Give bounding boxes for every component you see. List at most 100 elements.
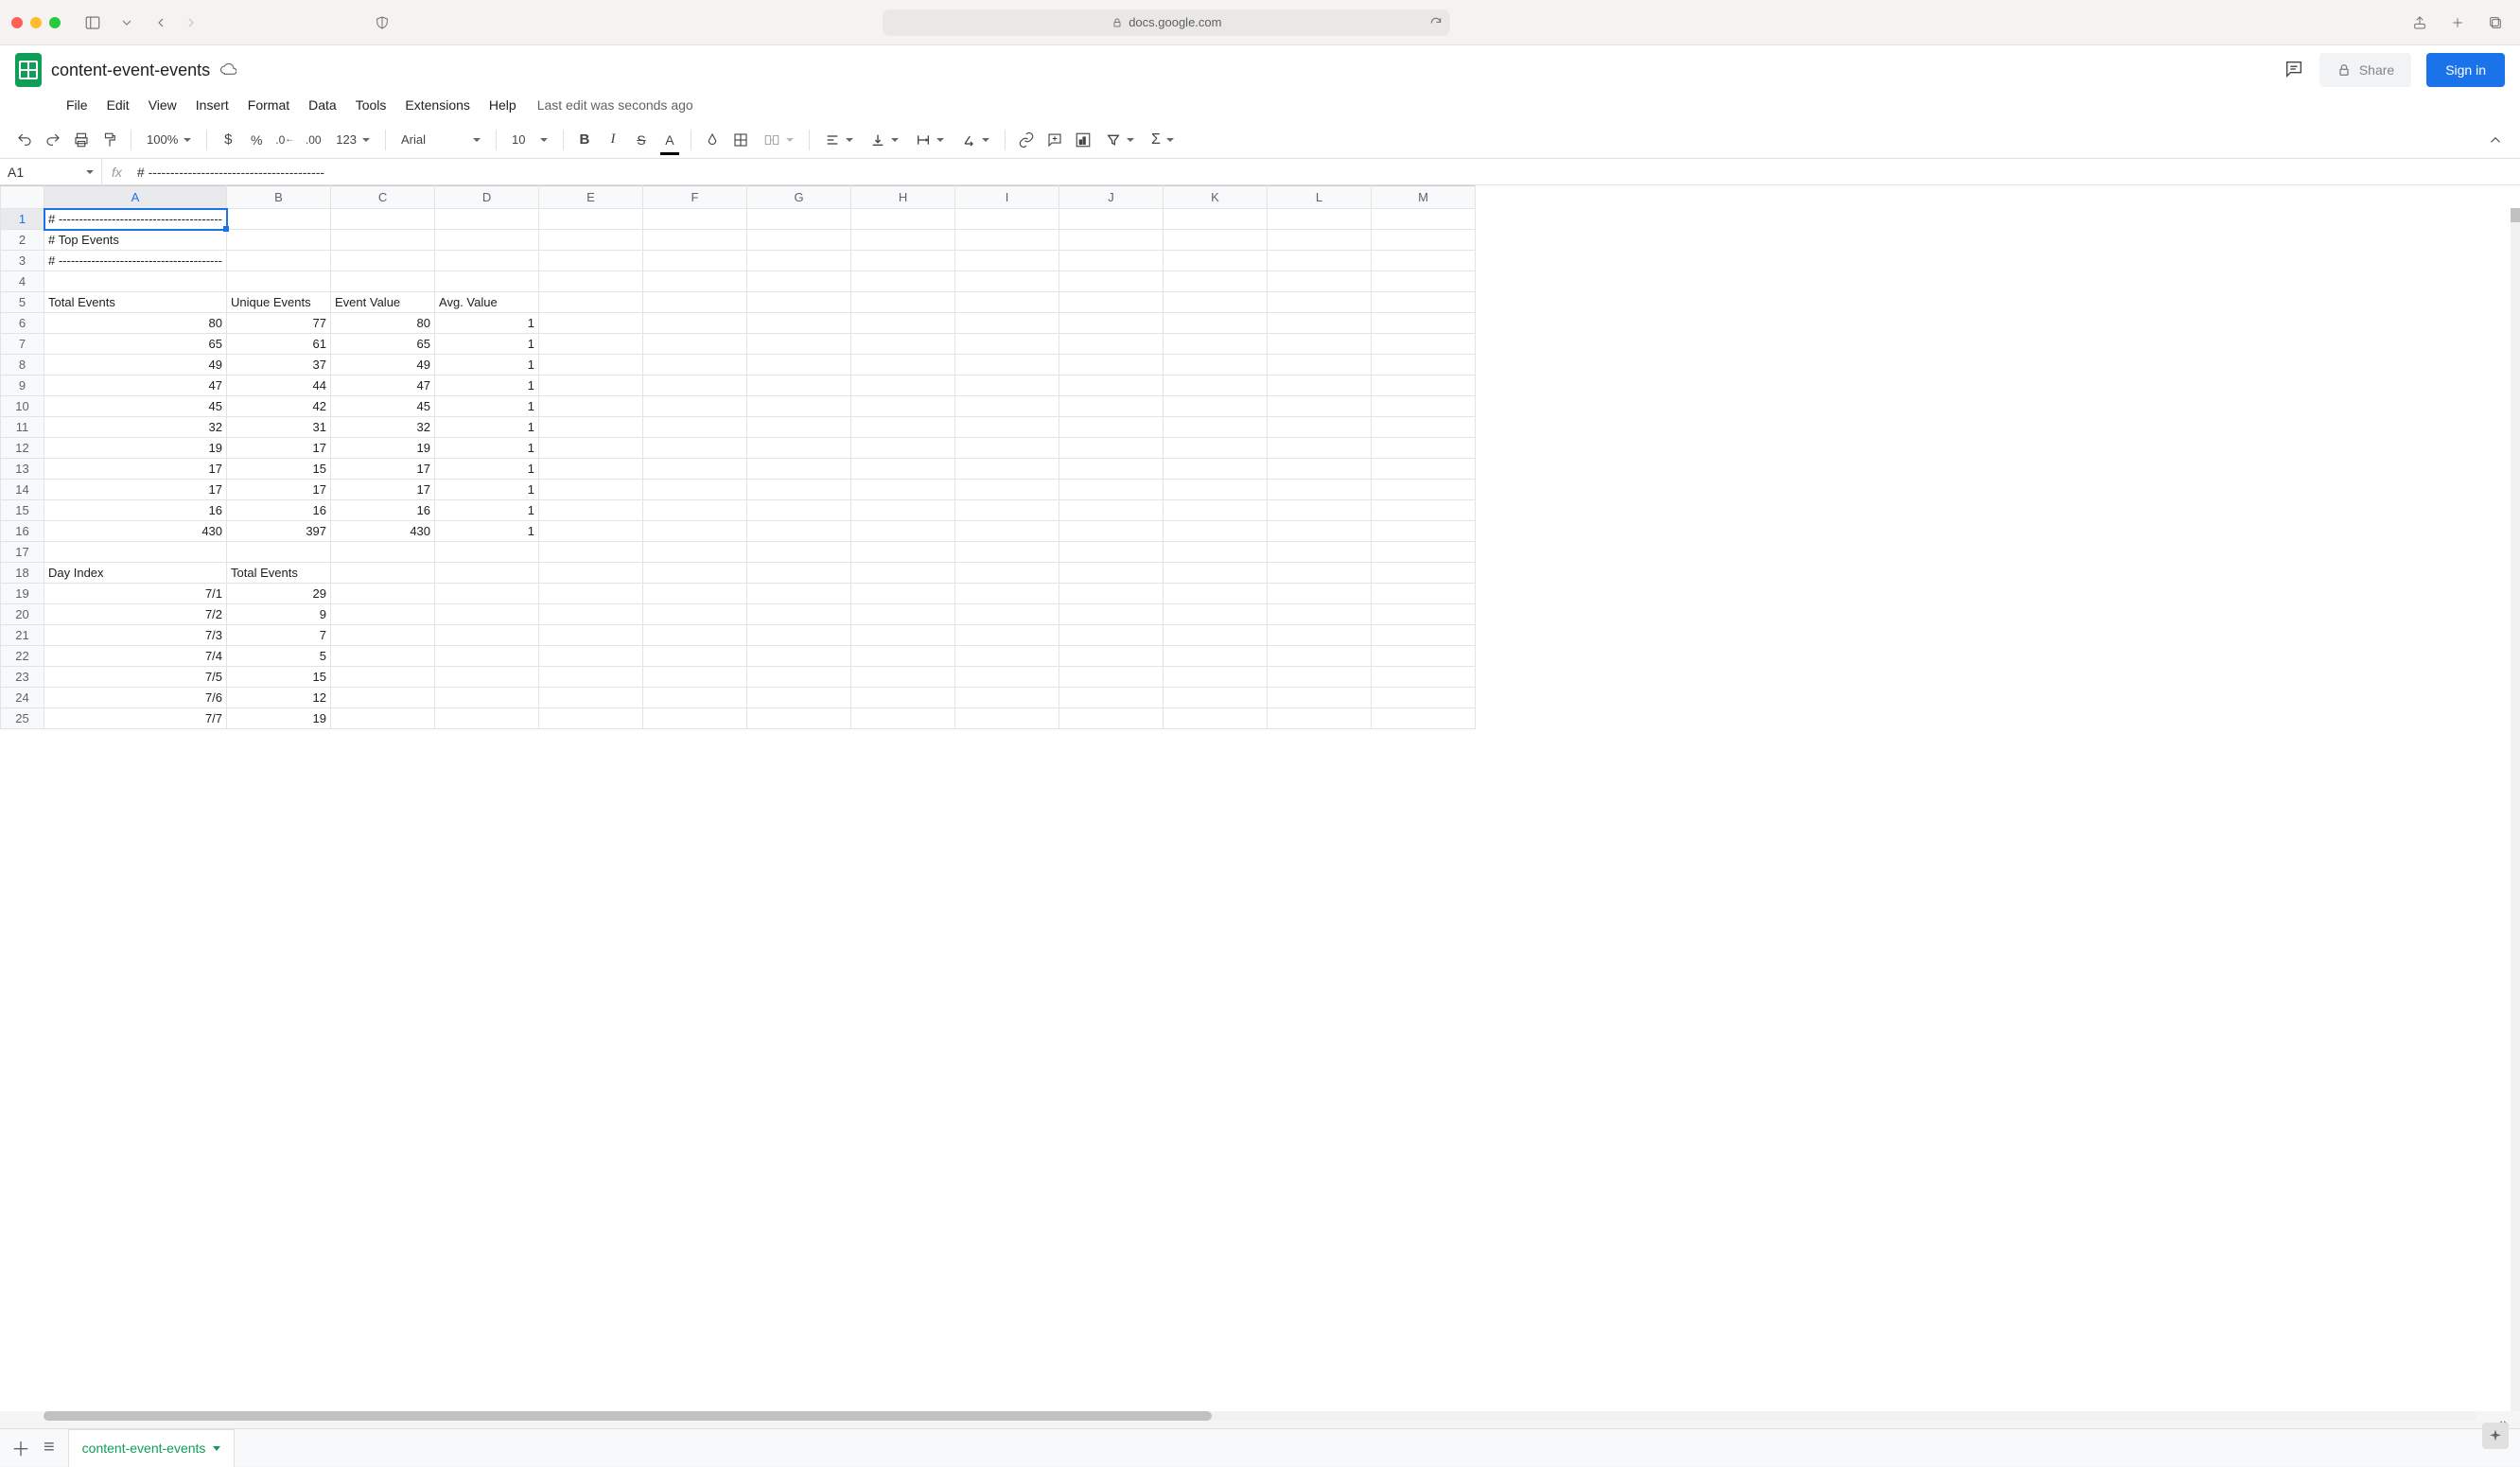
cell-A8[interactable]: 49 <box>44 355 227 375</box>
cell-E9[interactable] <box>539 375 643 396</box>
cell-A18[interactable]: Day Index <box>44 563 227 584</box>
cell-B24[interactable]: 12 <box>227 688 331 708</box>
cell-J14[interactable] <box>1059 480 1164 500</box>
menu-file[interactable]: File <box>59 94 96 116</box>
cell-I25[interactable] <box>955 708 1059 729</box>
sheet-tab-active[interactable]: content-event-events <box>68 1429 236 1467</box>
col-header-A[interactable]: A <box>44 186 227 209</box>
cell-I19[interactable] <box>955 584 1059 604</box>
cell-D12[interactable]: 1 <box>435 438 539 459</box>
cell-A9[interactable]: 47 <box>44 375 227 396</box>
cell-F2[interactable] <box>643 230 747 251</box>
cell-C19[interactable] <box>331 584 435 604</box>
strikethrough-button[interactable]: S <box>628 127 655 153</box>
col-header-I[interactable]: I <box>955 186 1059 209</box>
cell-M24[interactable] <box>1372 688 1476 708</box>
cell-B5[interactable]: Unique Events <box>227 292 331 313</box>
row-header-6[interactable]: 6 <box>1 313 44 334</box>
cell-D20[interactable] <box>435 604 539 625</box>
row-header-22[interactable]: 22 <box>1 646 44 667</box>
cell-M16[interactable] <box>1372 521 1476 542</box>
cell-B14[interactable]: 17 <box>227 480 331 500</box>
cell-J7[interactable] <box>1059 334 1164 355</box>
cell-I23[interactable] <box>955 667 1059 688</box>
cell-C24[interactable] <box>331 688 435 708</box>
cell-J4[interactable] <box>1059 271 1164 292</box>
row-header-16[interactable]: 16 <box>1 521 44 542</box>
cell-H11[interactable] <box>851 417 955 438</box>
cell-F21[interactable] <box>643 625 747 646</box>
row-header-18[interactable]: 18 <box>1 563 44 584</box>
cell-B15[interactable]: 16 <box>227 500 331 521</box>
cell-H14[interactable] <box>851 480 955 500</box>
cell-A14[interactable]: 17 <box>44 480 227 500</box>
cell-F14[interactable] <box>643 480 747 500</box>
number-format-select[interactable]: 123 <box>328 132 377 147</box>
cell-F25[interactable] <box>643 708 747 729</box>
cell-F11[interactable] <box>643 417 747 438</box>
cell-L9[interactable] <box>1268 375 1372 396</box>
cell-I5[interactable] <box>955 292 1059 313</box>
cell-B16[interactable]: 397 <box>227 521 331 542</box>
cell-M18[interactable] <box>1372 563 1476 584</box>
cell-H18[interactable] <box>851 563 955 584</box>
cell-C2[interactable] <box>331 230 435 251</box>
cell-L25[interactable] <box>1268 708 1372 729</box>
cell-A21[interactable]: 7/3 <box>44 625 227 646</box>
cell-E2[interactable] <box>539 230 643 251</box>
cell-H16[interactable] <box>851 521 955 542</box>
cell-M19[interactable] <box>1372 584 1476 604</box>
cell-L18[interactable] <box>1268 563 1372 584</box>
cell-B8[interactable]: 37 <box>227 355 331 375</box>
cell-E6[interactable] <box>539 313 643 334</box>
cell-M6[interactable] <box>1372 313 1476 334</box>
cell-G18[interactable] <box>747 563 851 584</box>
cell-G14[interactable] <box>747 480 851 500</box>
cell-G13[interactable] <box>747 459 851 480</box>
cell-M9[interactable] <box>1372 375 1476 396</box>
row-header-12[interactable]: 12 <box>1 438 44 459</box>
cell-F8[interactable] <box>643 355 747 375</box>
col-header-F[interactable]: F <box>643 186 747 209</box>
cell-K3[interactable] <box>1164 251 1268 271</box>
menu-format[interactable]: Format <box>240 94 297 116</box>
row-header-17[interactable]: 17 <box>1 542 44 563</box>
cell-I6[interactable] <box>955 313 1059 334</box>
cell-A13[interactable]: 17 <box>44 459 227 480</box>
sheets-logo-icon[interactable] <box>15 53 42 87</box>
cell-D23[interactable] <box>435 667 539 688</box>
cell-H13[interactable] <box>851 459 955 480</box>
cell-E8[interactable] <box>539 355 643 375</box>
cell-J12[interactable] <box>1059 438 1164 459</box>
paint-format-button[interactable] <box>96 127 123 153</box>
cell-D21[interactable] <box>435 625 539 646</box>
cell-K12[interactable] <box>1164 438 1268 459</box>
col-header-B[interactable]: B <box>227 186 331 209</box>
cell-H23[interactable] <box>851 667 955 688</box>
cell-K11[interactable] <box>1164 417 1268 438</box>
cell-K19[interactable] <box>1164 584 1268 604</box>
cell-G23[interactable] <box>747 667 851 688</box>
cell-A2[interactable]: # Top Events <box>44 230 227 251</box>
cell-A4[interactable] <box>44 271 227 292</box>
cell-B21[interactable]: 7 <box>227 625 331 646</box>
cell-J2[interactable] <box>1059 230 1164 251</box>
cell-G22[interactable] <box>747 646 851 667</box>
cell-C18[interactable] <box>331 563 435 584</box>
cell-I14[interactable] <box>955 480 1059 500</box>
row-header-3[interactable]: 3 <box>1 251 44 271</box>
select-all-corner[interactable] <box>1 186 44 209</box>
back-button[interactable] <box>148 9 174 36</box>
cell-J10[interactable] <box>1059 396 1164 417</box>
cell-C12[interactable]: 19 <box>331 438 435 459</box>
cell-D14[interactable]: 1 <box>435 480 539 500</box>
undo-button[interactable] <box>11 127 38 153</box>
cell-I15[interactable] <box>955 500 1059 521</box>
cell-A10[interactable]: 45 <box>44 396 227 417</box>
row-header-9[interactable]: 9 <box>1 375 44 396</box>
bold-button[interactable]: B <box>571 127 598 153</box>
cell-H3[interactable] <box>851 251 955 271</box>
cell-G16[interactable] <box>747 521 851 542</box>
row-header-21[interactable]: 21 <box>1 625 44 646</box>
font-family-select[interactable]: Arial <box>394 132 488 147</box>
